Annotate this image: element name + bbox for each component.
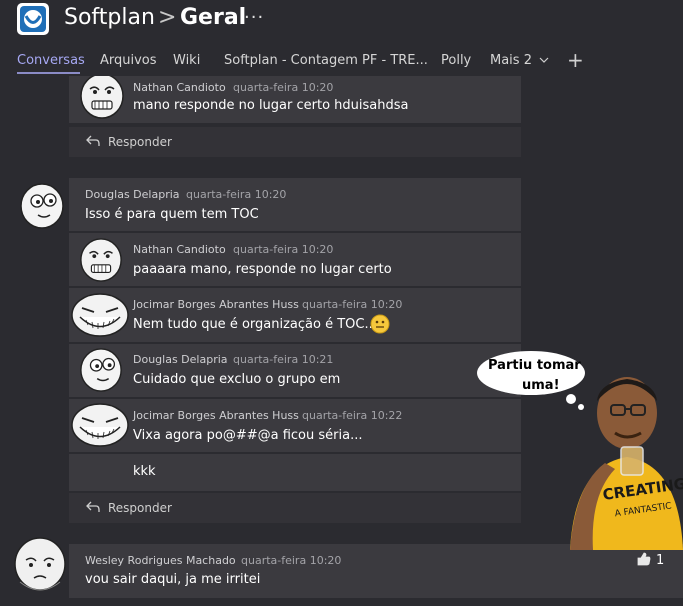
message-author[interactable]: Wesley Rodrigues Machado <box>85 554 236 567</box>
message-author[interactable]: Jocimar Borges Abrantes Huss <box>133 298 299 311</box>
tab-wiki[interactable]: Wiki <box>173 53 200 69</box>
message-item: Nathan Candioto quarta-feira 10:20 mano … <box>69 76 521 123</box>
message-text: Isso é para quem tem TOC <box>85 207 259 222</box>
tab-more[interactable]: Mais 2 <box>490 53 549 69</box>
message-time: quarta-feira 10:20 <box>233 243 334 256</box>
reply-button[interactable]: Responder <box>69 127 521 157</box>
team-name[interactable]: Softplan <box>64 4 155 32</box>
message-item: Douglas Delapria quarta-feira 10:20 Isso… <box>69 178 521 231</box>
message-item: Jocimar Borges Abrantes Huss quarta-feir… <box>69 288 521 342</box>
reply-label: Responder <box>108 135 172 149</box>
like-icon[interactable] <box>636 551 652 567</box>
message-time: quarta-feira 10:20 <box>241 554 342 567</box>
message-time: quarta-feira 10:21 <box>233 353 334 366</box>
avatar <box>20 183 64 229</box>
message-author[interactable]: Douglas Delapria <box>85 188 180 201</box>
message-author[interactable]: Douglas Delapria <box>133 353 228 366</box>
message-item: Douglas Delapria quarta-feira 10:21 Cuid… <box>69 344 521 397</box>
message-text: Cuidado que excluo o grupo em <box>133 372 341 387</box>
avatar <box>71 403 129 447</box>
tab-more-label: Mais 2 <box>490 53 532 68</box>
message-item: Jocimar Borges Abrantes Huss quarta-feir… <box>69 399 521 452</box>
channel-name: Geral <box>180 5 247 30</box>
chevron-down-icon <box>539 57 549 63</box>
tab-contagem-pf[interactable]: Softplan - Contagem PF - TRE... <box>224 53 428 69</box>
reply-arrow-icon <box>86 135 100 146</box>
message-text: Nem tudo que é organização é TOC.... <box>133 317 381 332</box>
bubble-text: Partiu tomar <box>488 358 581 373</box>
message-text: mano responde no lugar certo hduisahdsa <box>133 98 409 113</box>
avatar <box>80 348 122 392</box>
message-author[interactable]: Nathan Candioto <box>133 81 226 94</box>
avatar <box>71 293 129 337</box>
reply-label: Responder <box>108 501 172 515</box>
message-text: kkk <box>133 464 156 479</box>
avatar <box>80 238 122 282</box>
like-count: 1 <box>656 553 665 568</box>
tab-polly[interactable]: Polly <box>441 53 471 69</box>
message-item: Wesley Rodrigues Machado quarta-feira 10… <box>69 544 521 598</box>
divider <box>69 123 521 125</box>
tab-arquivos[interactable]: Arquivos <box>100 53 157 69</box>
message-time: quarta-feira 10:22 <box>302 409 403 422</box>
reply-button[interactable]: Responder <box>69 493 521 523</box>
message-time: quarta-feira 10:20 <box>186 188 287 201</box>
bubble-text: uma! <box>522 378 560 393</box>
message-text: paaaara mano, responde no lugar certo <box>133 262 392 277</box>
breadcrumb-separator: > <box>158 5 177 30</box>
message-time: quarta-feira 10:20 <box>233 81 334 94</box>
reply-arrow-icon <box>86 501 100 512</box>
avatar <box>80 76 124 119</box>
message-item: kkk <box>69 454 521 491</box>
message-text: Vixa agora po@##@a ficou séria... <box>133 428 363 443</box>
message-text: vou sair daqui, ja me irritei <box>85 572 261 587</box>
message-author[interactable]: Jocimar Borges Abrantes Huss <box>133 409 299 422</box>
more-options-button[interactable]: ··· <box>244 4 264 32</box>
team-logo-icon[interactable] <box>17 3 49 35</box>
message-time: quarta-feira 10:20 <box>302 298 403 311</box>
channel-header: Softplan > Geral ··· Conversas Arquivos … <box>0 0 683 76</box>
avatar <box>14 537 66 591</box>
plus-icon[interactable]: + <box>567 48 584 72</box>
active-tab-indicator <box>17 72 80 74</box>
slightly-smiling-emoji-icon <box>370 314 390 334</box>
message-item: Nathan Candioto quarta-feira 10:20 paaaa… <box>69 233 521 286</box>
message-author[interactable]: Nathan Candioto <box>133 243 226 256</box>
tab-conversas[interactable]: Conversas <box>17 53 85 69</box>
